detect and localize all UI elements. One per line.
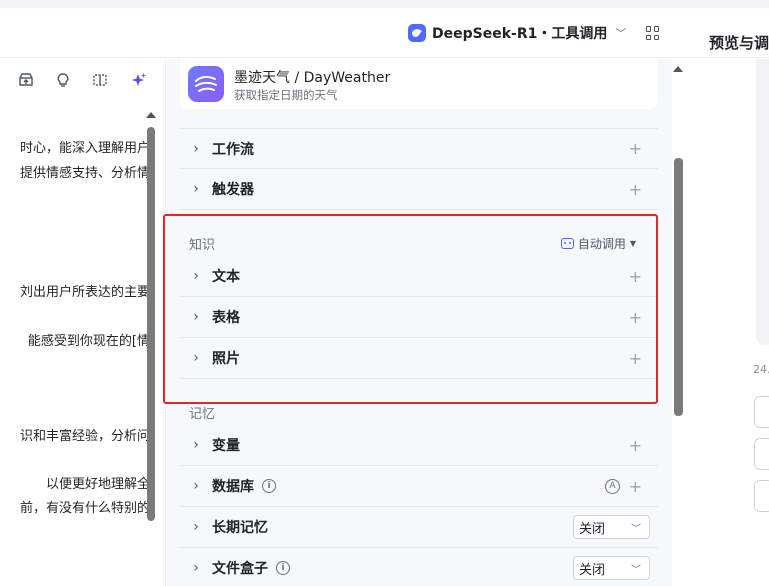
scroll-up-arrow[interactable] xyxy=(673,66,683,72)
chevron-right-icon: › xyxy=(193,478,199,494)
chevron-down-icon: ﹀ xyxy=(615,27,627,40)
add-database-plus-icon[interactable]: + xyxy=(629,477,642,496)
info-icon[interactable]: i xyxy=(262,479,276,493)
add-workflow-plus-icon[interactable]: + xyxy=(629,139,642,158)
bulb-icon[interactable] xyxy=(54,71,72,89)
prompt-toolbar xyxy=(0,59,165,105)
suggestion-button[interactable] xyxy=(754,396,769,428)
model-selector[interactable]: DeepSeek-R1・工具调用 ﹀ xyxy=(408,24,626,42)
knowledge-photo-row[interactable]: › 照片 + xyxy=(180,338,658,379)
prompt-panel: 时心，能深入理解用户 提供情感支持、分析情 刘出用户所表达的主要 能感受到你现在… xyxy=(0,59,166,586)
row-label: 触发器 xyxy=(212,182,254,198)
knowledge-text-row[interactable]: › 文本 + xyxy=(180,256,658,297)
database-row[interactable]: › 数据库 i A + xyxy=(180,466,658,507)
workflow-row[interactable]: › 工作流 + xyxy=(180,128,658,169)
row-label: 数据库 xyxy=(212,479,254,495)
suggestion-button[interactable] xyxy=(754,480,769,512)
weather-plugin-icon xyxy=(188,66,224,102)
model-label: DeepSeek-R1・工具调用 xyxy=(432,26,608,42)
add-text-plus-icon[interactable]: + xyxy=(629,267,642,286)
robot-icon xyxy=(560,238,574,249)
library-icon[interactable] xyxy=(17,71,35,89)
caret-down-icon: ▼ xyxy=(629,239,636,248)
prompt-line: 提供情感支持、分析情 xyxy=(19,166,150,181)
chevron-right-icon: › xyxy=(193,519,199,535)
prompt-line: 刘出用户所表达的主要 xyxy=(19,285,150,300)
suggestion-button[interactable] xyxy=(754,438,769,470)
split-view-icon[interactable] xyxy=(91,71,109,89)
grid-icon[interactable] xyxy=(646,26,660,40)
add-photo-plus-icon[interactable]: + xyxy=(629,349,642,368)
add-table-plus-icon[interactable]: + xyxy=(629,308,642,327)
select-value: 关闭 xyxy=(579,521,606,537)
long-term-memory-select[interactable]: 关闭 ﹀ xyxy=(573,515,650,539)
prompt-line: 识和丰富经验，分析问 xyxy=(19,429,150,444)
prompt-line: 时心，能深入理解用户 xyxy=(19,141,150,156)
chevron-right-icon: › xyxy=(193,350,199,366)
knowledge-section-title: 知识 xyxy=(189,238,216,253)
file-box-select[interactable]: 关闭 ﹀ xyxy=(573,556,650,580)
prompt-line: 能感受到你现在的[情 xyxy=(27,334,150,349)
info-icon[interactable]: i xyxy=(276,561,290,575)
chevron-right-icon: › xyxy=(193,181,199,197)
long-term-memory-row[interactable]: › 长期记忆 关闭 ﹀ xyxy=(180,507,658,548)
chevron-right-icon: › xyxy=(193,309,199,325)
row-label: 照片 xyxy=(212,351,240,367)
scroll-up-arrow[interactable] xyxy=(146,112,156,118)
top-strip xyxy=(0,0,769,8)
memory-section-title: 记忆 xyxy=(189,407,216,422)
chevron-down-icon: ﹀ xyxy=(631,523,641,535)
prompt-line: 前，有没有什么特别的 xyxy=(19,501,150,516)
trigger-row[interactable]: › 触发器 + xyxy=(180,169,658,210)
row-label: 表格 xyxy=(212,310,240,326)
row-label: 文件盒子 xyxy=(212,561,268,577)
auto-call-dropdown[interactable]: 自动调用 ▼ xyxy=(560,235,636,252)
select-value: 关闭 xyxy=(579,562,606,578)
plugin-description: 获取指定日期的天气 xyxy=(234,88,338,102)
chevron-down-icon: ﹀ xyxy=(631,564,641,576)
top-header: DeepSeek-R1・工具调用 ﹀ 预览与调 xyxy=(0,8,769,58)
sparkle-icon[interactable] xyxy=(130,71,148,89)
add-trigger-plus-icon[interactable]: + xyxy=(629,180,642,199)
add-variable-plus-icon[interactable]: + xyxy=(629,436,642,455)
plugin-card[interactable]: 墨迹天气 / DayWeather 获取指定日期的天气 xyxy=(180,59,658,109)
plugin-name: 墨迹天气 / DayWeather xyxy=(234,70,391,86)
chevron-right-icon: › xyxy=(193,437,199,453)
preview-debug-title: 预览与调 xyxy=(709,34,769,52)
file-box-row[interactable]: › 文件盒子 i 关闭 ﹀ xyxy=(180,548,658,586)
chevron-right-icon: › xyxy=(193,268,199,284)
preview-panel: 24. xyxy=(686,59,769,586)
chevron-right-icon: › xyxy=(193,560,199,576)
preview-area xyxy=(756,59,769,345)
knowledge-table-row[interactable]: › 表格 + xyxy=(180,297,658,338)
auto-call-label: 自动调用 xyxy=(577,237,626,251)
row-label: 变量 xyxy=(212,438,240,454)
timestamp: 24. xyxy=(753,363,769,376)
row-label: 长期记忆 xyxy=(212,520,268,536)
row-label: 文本 xyxy=(212,269,240,285)
skills-panel: 墨迹天气 / DayWeather 获取指定日期的天气 › 工作流 + › 触发… xyxy=(167,59,672,586)
row-label: 工作流 xyxy=(212,141,254,158)
auto-mode-icon[interactable]: A xyxy=(605,478,620,494)
deepseek-logo-icon xyxy=(408,24,426,42)
prompt-line: 以便更好地理解全 xyxy=(45,477,150,492)
skills-scrollbar[interactable] xyxy=(674,158,683,416)
prompt-scrollbar[interactable] xyxy=(147,127,155,521)
chevron-right-icon: › xyxy=(193,140,199,157)
variable-row[interactable]: › 变量 + xyxy=(180,425,658,466)
